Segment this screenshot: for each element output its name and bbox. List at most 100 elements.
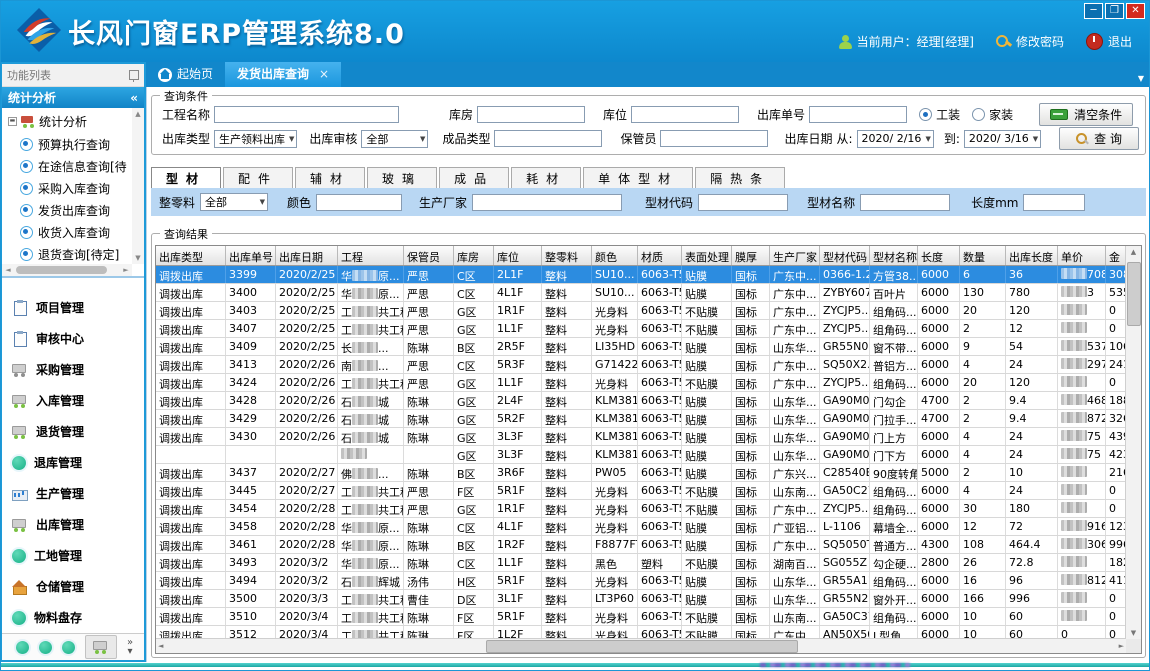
tree-vertical-scrollbar[interactable]: ▲ ▼ [132,108,144,264]
table-row[interactable]: 调拨出库34132020/2/26南...严思C区5R3F整料G71422606… [156,356,1126,374]
tree-horizontal-scrollbar[interactable]: ◄ ► [2,264,132,276]
table-row[interactable]: 调拨出库34282020/2/26石城陈琳G区2L4F整料KLM38176063… [156,392,1126,410]
pin-icon[interactable] [129,70,139,80]
table-row[interactable]: 调拨出库34942020/3/2石辉城汤伟H区5R1F整料光身料6063-T5贴… [156,572,1126,590]
location-input[interactable] [631,106,739,123]
tree-item[interactable]: 退货查询[待定] [4,243,131,264]
circle-icon[interactable] [39,641,52,654]
sidebar-item-生产管理[interactable]: 生产管理 [2,478,144,509]
grid-horizontal-scrollbar[interactable]: ◄ ► [156,638,1126,653]
sidebar-item-物料盘存[interactable]: 物料盘存 [2,602,144,633]
sidebar-item-工地管理[interactable]: 工地管理 [2,540,144,571]
circle-icon[interactable] [62,641,75,654]
material-tab-隔热条[interactable]: 隔热条 [695,167,785,188]
order-no-input[interactable] [809,106,907,123]
profile-name-input[interactable] [860,194,950,211]
column-header-膜厚[interactable]: 膜厚 [732,246,770,265]
sidebar-item-审核中心[interactable]: 审核中心 [2,323,144,354]
column-header-出库类型[interactable]: 出库类型 [156,246,226,265]
scroll-right-icon[interactable]: ► [120,264,132,276]
tree-item[interactable]: 收货入库查询 [4,221,131,243]
table-row[interactable]: 调拨出库34372020/2/27佛...陈琳B区3R6F整料PW056063-… [156,464,1126,482]
clear-conditions-button[interactable]: 清空条件 [1039,103,1133,126]
scroll-thumb[interactable] [16,266,107,274]
product-type-input[interactable] [494,130,602,147]
tree-item[interactable]: 发货出库查询 [4,199,131,221]
column-header-库房[interactable]: 库房 [454,246,494,265]
tree-item[interactable]: 采购入库查询 [4,177,131,199]
column-header-保管员[interactable]: 保管员 [404,246,454,265]
grid-vertical-scrollbar[interactable]: ▲ ▼ [1125,246,1141,639]
sidebar-item-项目管理[interactable]: 项目管理 [2,292,144,323]
tab-overflow-icon[interactable]: ▼ [1138,74,1144,83]
table-row[interactable]: 调拨出库34292020/2/26石城陈琳G区5R2F整料KLM38176063… [156,410,1126,428]
column-header-长度[interactable]: 长度 [918,246,960,265]
column-header-型材名称[interactable]: 型材名称 [870,246,918,265]
collapse-icon[interactable]: « [130,91,138,105]
sidebar-item-入库管理[interactable]: 入库管理 [2,385,144,416]
column-header-单价[interactable]: 单价 [1058,246,1106,265]
keeper-input[interactable] [660,130,768,147]
material-tab-型材[interactable]: 型材 [151,167,221,188]
tree-root[interactable]: ▬ 统计分析 [4,110,131,133]
table-row[interactable]: G区3L3F整料KLM38176063-T5贴膜国标山东华...GA90M09.… [156,446,1126,464]
whole-part-select[interactable]: 全部▼ [200,193,268,211]
column-header-整零料[interactable]: 整零料 [542,246,592,265]
column-header-出库长度[interactable]: 出库长度 [1006,246,1058,265]
scroll-up-icon[interactable]: ▲ [132,108,144,120]
tree-expander-icon[interactable]: ▬ [8,117,17,126]
scroll-up-icon[interactable]: ▲ [1126,248,1141,256]
tab-outbound-query[interactable]: 发货出库查询 × [225,62,341,87]
table-row[interactable]: 调拨出库34072020/2/25工共工程严思G区1L1F整料光身料6063-T… [156,320,1126,338]
sidebar-group-header[interactable]: 统计分析 « [2,87,144,108]
length-input[interactable] [1023,194,1085,211]
change-password-button[interactable]: 修改密码 [996,33,1064,50]
sidebar-item-退货管理[interactable]: 退货管理 [2,416,144,447]
material-tab-耗材[interactable]: 耗材 [511,167,581,188]
factory-input[interactable] [472,194,622,211]
table-row[interactable]: 调拨出库34302020/2/26石城陈琳G区3L3F整料KLM38176063… [156,428,1126,446]
profile-code-input[interactable] [698,194,788,211]
table-row[interactable]: 调拨出库34092020/2/25长...陈琳B区2R5F整料LI35HD606… [156,338,1126,356]
tab-close-icon[interactable]: × [319,62,329,87]
circle-icon[interactable] [16,641,29,654]
more-buttons-chevron[interactable]: »▾ [127,638,133,656]
column-header-库位[interactable]: 库位 [494,246,542,265]
table-row[interactable]: 调拨出库34002020/2/25华原...严思C区4L1F整料SU10...6… [156,284,1126,302]
search-button[interactable]: 查 询 [1059,127,1139,150]
audit-select[interactable]: 全部▼ [361,130,428,148]
column-header-工程[interactable]: 工程 [338,246,404,265]
material-tab-单体型材[interactable]: 单体型材 [583,167,693,188]
sidebar-item-退库管理[interactable]: 退库管理 [2,447,144,478]
tab-home[interactable]: 起始页 [146,62,225,87]
tree-item[interactable]: 预算执行查询 [4,133,131,155]
column-header-数量[interactable]: 数量 [960,246,1006,265]
date-to-select[interactable]: 2020/ 3/16▼ [964,130,1041,148]
material-tab-玻璃[interactable]: 玻璃 [367,167,437,188]
outbound-type-select[interactable]: 生产领料出库▼ [214,130,297,148]
column-header-材质[interactable]: 材质 [638,246,682,265]
sidebar-item-采购管理[interactable]: 采购管理 [2,354,144,385]
table-row[interactable]: 调拨出库34452020/2/27工共工程严思F区5R1F整料光身料6063-T… [156,482,1126,500]
date-from-select[interactable]: 2020/ 2/16▼ [857,130,934,148]
color-input[interactable] [316,194,402,211]
column-header-型材代码[interactable]: 型材代码 [820,246,870,265]
table-row[interactable]: 调拨出库34582020/2/28华原...陈琳C区4L1F整料光身料6063-… [156,518,1126,536]
column-header-出库日期[interactable]: 出库日期 [276,246,338,265]
scroll-down-icon[interactable]: ▼ [132,252,144,264]
logout-button[interactable]: 退出 [1086,33,1132,50]
close-button[interactable]: ✕ [1126,3,1145,19]
table-row[interactable]: 调拨出库35002020/3/3工共工程曹佳D区3L1F整料LT3P606063… [156,590,1126,608]
column-header-出库单号[interactable]: 出库单号 [226,246,276,265]
radio-gongzhuang[interactable]: 工装 [919,106,960,123]
cart-shortcut-button[interactable] [85,635,117,659]
project-name-input[interactable] [214,106,399,123]
table-row[interactable]: 调拨出库35102020/3/4工共工程陈琳F区5R1F整料光身料6063-T5… [156,608,1126,626]
sidebar-item-仓储管理[interactable]: 仓储管理 [2,571,144,602]
maximize-button[interactable]: ❐ [1105,3,1124,19]
scroll-thumb[interactable] [486,640,798,653]
table-row[interactable]: 调拨出库34242020/2/26工共工程严思G区1L1F整料光身料6063-T… [156,374,1126,392]
scroll-thumb[interactable] [1127,262,1141,326]
column-header-颜色[interactable]: 颜色 [592,246,638,265]
table-row[interactable]: 调拨出库34032020/2/25工共工程严思G区1R1F整料光身料6063-T… [156,302,1126,320]
